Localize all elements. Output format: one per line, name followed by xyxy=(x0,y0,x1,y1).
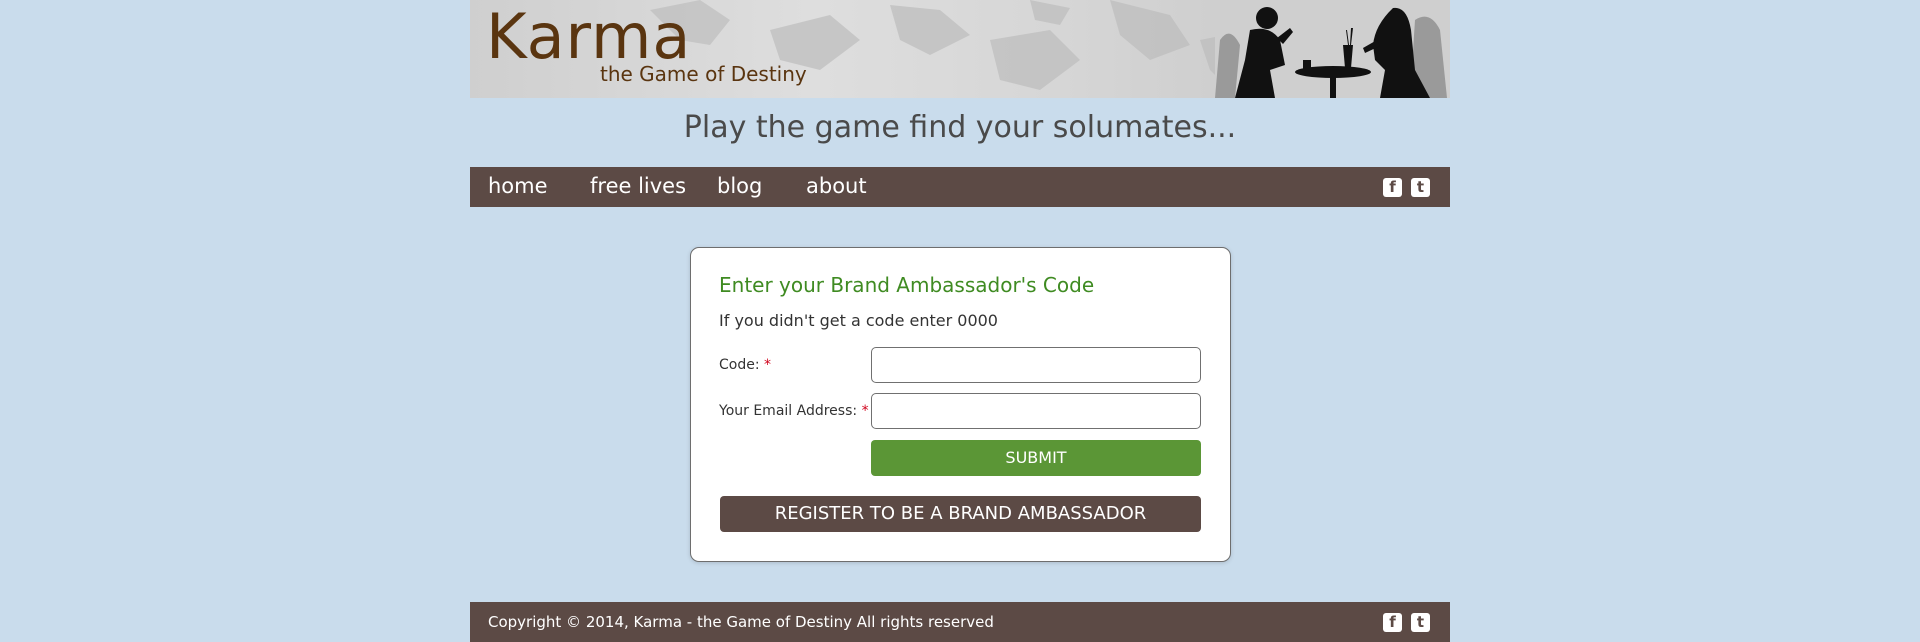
code-label: Code: * xyxy=(719,356,771,374)
page: Karma the Game of Destiny Play the game … xyxy=(470,0,1450,642)
twitter-glyph: t xyxy=(1411,613,1430,632)
card-title: Enter your Brand Ambassador's Code xyxy=(719,273,1095,297)
twitter-glyph: t xyxy=(1411,178,1430,197)
nav-item-about[interactable]: about xyxy=(806,167,867,207)
facebook-icon[interactable]: f xyxy=(1383,178,1402,197)
main-nav: home free lives blog about f t xyxy=(470,167,1450,207)
register-ambassador-button[interactable]: REGISTER TO BE A BRAND AMBASSADOR xyxy=(720,496,1201,532)
site-slogan: Play the game find your solumates... xyxy=(683,110,1237,145)
code-input[interactable] xyxy=(871,347,1201,383)
submit-button[interactable]: SUBMIT xyxy=(871,440,1201,476)
header-banner: Karma the Game of Destiny xyxy=(470,0,1450,98)
footer: Copyright © 2014, Karma - the Game of De… xyxy=(470,602,1450,642)
card-hint: If you didn't get a code enter 0000 xyxy=(719,311,998,330)
facebook-glyph: f xyxy=(1383,613,1402,632)
required-asterisk: * xyxy=(764,357,772,373)
email-label-text: Your Email Address: xyxy=(719,403,858,419)
nav-item-free-lives[interactable]: free lives xyxy=(590,167,686,207)
email-input[interactable] xyxy=(871,393,1201,429)
couple-silhouette-image xyxy=(1215,0,1450,98)
twitter-icon[interactable]: t xyxy=(1411,178,1430,197)
twitter-icon[interactable]: t xyxy=(1411,613,1430,632)
nav-item-blog[interactable]: blog xyxy=(717,167,762,207)
ambassador-code-card: Enter your Brand Ambassador's Code If yo… xyxy=(690,247,1231,562)
email-label: Your Email Address: * xyxy=(719,402,869,420)
site-tagline: the Game of Destiny xyxy=(600,62,807,86)
code-label-text: Code: xyxy=(719,357,760,373)
required-asterisk: * xyxy=(861,403,869,419)
facebook-glyph: f xyxy=(1383,178,1402,197)
nav-item-home[interactable]: home xyxy=(488,167,548,207)
copyright-text: Copyright © 2014, Karma - the Game of De… xyxy=(488,613,994,631)
facebook-icon[interactable]: f xyxy=(1383,613,1402,632)
